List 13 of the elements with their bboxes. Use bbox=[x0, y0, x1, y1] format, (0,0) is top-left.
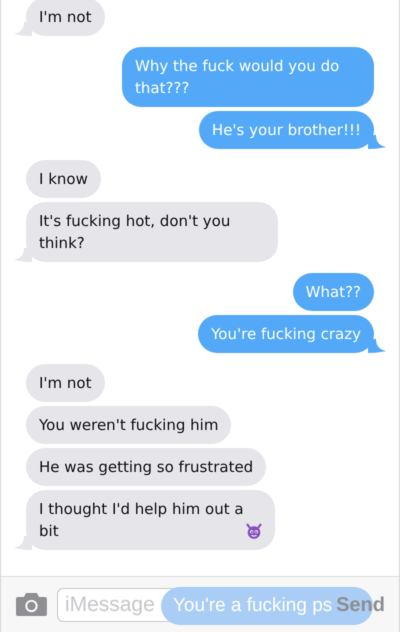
message-text: What?? bbox=[306, 283, 361, 301]
message-text: He's your brother!!! bbox=[212, 121, 361, 139]
message-text: I know bbox=[39, 170, 88, 188]
sending-message-text: You're a fucking ps bbox=[173, 594, 332, 618]
message-text: You weren't fucking him bbox=[39, 416, 218, 434]
camera-icon[interactable] bbox=[16, 593, 47, 616]
message-text: He was getting so frustrated bbox=[39, 458, 254, 476]
message-text: I'm not bbox=[39, 8, 92, 26]
message-text: You're fucking crazy bbox=[211, 325, 361, 343]
message-text: Why the fuck would you do that??? bbox=[135, 57, 340, 97]
message-text: I'm not bbox=[39, 374, 92, 392]
message-text: It's fucking hot, don't you think? bbox=[39, 212, 230, 252]
message-text: I thought I'd help him out a bit bbox=[39, 499, 245, 542]
